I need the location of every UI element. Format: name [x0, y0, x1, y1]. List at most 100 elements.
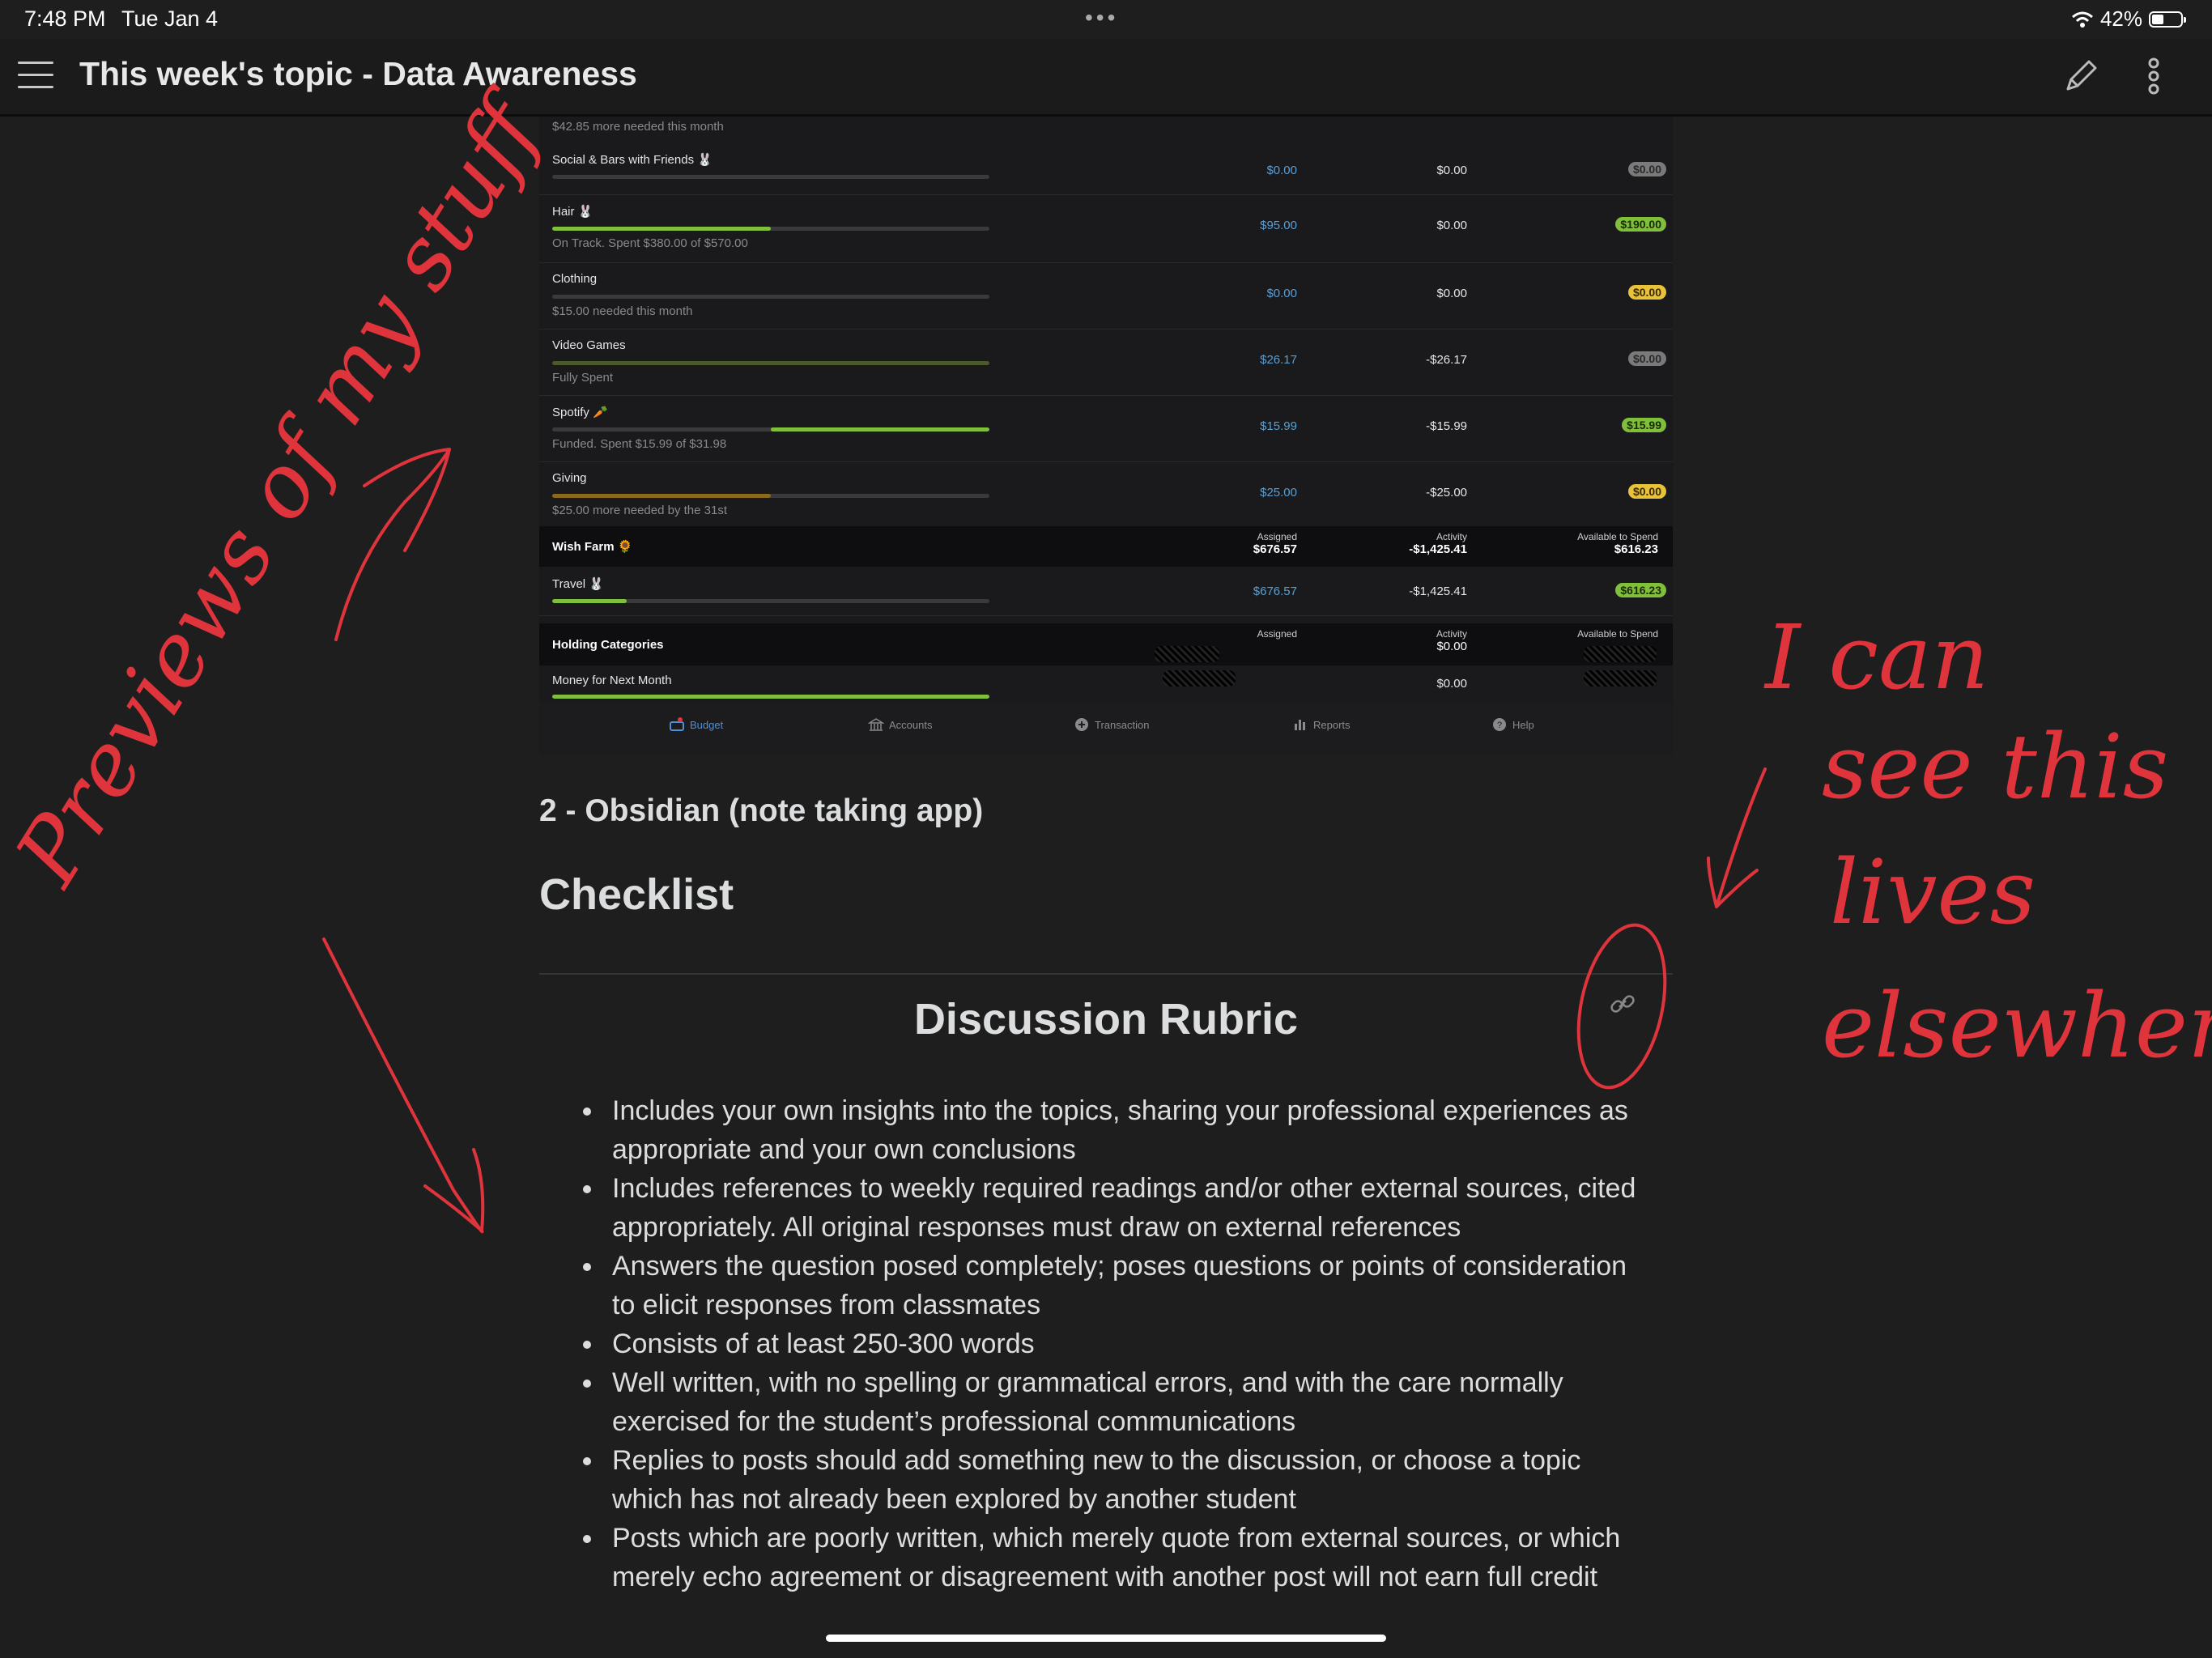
budget-category-row[interactable]: Video Games Fully Spent $26.17 -$26.17 $… [539, 329, 1673, 396]
status-right: 42% [2071, 6, 2186, 32]
holding-available-label: Available to Spend [1577, 628, 1658, 640]
status-date: Tue Jan 4 [121, 6, 219, 31]
bank-icon [868, 718, 884, 731]
annotation-right-text-2: see this [1822, 715, 2168, 818]
rubric-list: Includes your own insights into the topi… [572, 1091, 1657, 1596]
horizontal-divider [539, 973, 1673, 975]
redaction-scribble [1163, 670, 1236, 687]
budget-row-travel: Travel 🐰 $676.57 -$1,425.41 $616.23 [539, 567, 1673, 616]
category-activity: $0.00 [1436, 677, 1467, 691]
category-available-pill: $0.00 [1627, 285, 1666, 300]
more-options-icon[interactable] [2138, 57, 2170, 96]
help-icon: ? [1493, 718, 1506, 731]
category-available-pill: $616.23 [1615, 583, 1666, 597]
category-assigned: $0.00 [1266, 287, 1297, 300]
group-available-label: Available to Spend [1577, 531, 1658, 542]
category-status: $25.00 more needed by the 31st [552, 504, 727, 517]
rubric-item: Answers the question posed completely; p… [572, 1247, 1657, 1324]
category-name: Clothing [552, 272, 598, 286]
holding-assigned-label: Assigned [1257, 628, 1297, 640]
holding-activity-value: $0.00 [1436, 640, 1467, 653]
category-status: Fully Spent [552, 371, 614, 385]
budget-category-row[interactable]: Hair 🐰 On Track. Spent $380.00 of $570.0… [539, 194, 1673, 263]
heading-obsidian: 2 - Obsidian (note taking app) [539, 793, 984, 828]
rubric-item: Replies to posts should add something ne… [572, 1441, 1657, 1519]
group-name: Holding Categories [552, 638, 664, 652]
budget-top-sub: $42.85 more needed this month [552, 120, 724, 134]
annotation-left-text: Previews of my stuff [0, 74, 566, 903]
category-status: $15.00 needed this month [552, 304, 693, 318]
category-name: Travel 🐰 [552, 577, 604, 591]
category-progress-bar [552, 175, 989, 179]
add-circle-icon [1075, 718, 1088, 731]
category-activity: -$26.17 [1426, 353, 1467, 367]
pencil-edit-icon[interactable] [2061, 57, 2100, 96]
group-assigned-label: Assigned [1257, 531, 1297, 542]
category-assigned: $25.00 [1260, 486, 1297, 500]
category-progress-bar [552, 295, 989, 299]
category-activity: -$15.99 [1426, 419, 1467, 433]
category-name: Giving [552, 471, 587, 485]
multitasking-dots-icon[interactable]: ••• [1085, 5, 1118, 31]
holding-assigned: Assigned [1155, 628, 1297, 640]
category-available-pill: $0.00 [1627, 162, 1666, 176]
tab-help[interactable]: ? Help [1491, 717, 1534, 732]
category-name: Social & Bars with Friends 🐰 [552, 153, 713, 167]
hamburger-menu-icon[interactable] [18, 62, 53, 92]
rubric-item: Includes references to weekly required r… [572, 1169, 1657, 1247]
tab-reports[interactable]: Reports [1292, 717, 1351, 732]
budget-icon [670, 717, 684, 731]
budget-category-row[interactable]: Social & Bars with Friends 🐰 $0.00 $0.00… [539, 142, 1673, 195]
category-available-pill: $190.00 [1615, 217, 1666, 232]
rubric-item: Includes your own insights into the topi… [572, 1091, 1657, 1169]
category-progress-fill [552, 227, 771, 231]
redaction-scribble [1584, 646, 1657, 662]
category-progress-fill [552, 494, 771, 498]
arrow-up-right [334, 448, 451, 641]
group-name: Wish Farm 🌻 [552, 540, 633, 554]
status-bar: 7:48 PM Tue Jan 4 ••• 42% [0, 0, 2212, 39]
tab-accounts[interactable]: Accounts [868, 717, 932, 732]
category-progress-fill [552, 361, 989, 365]
annotation-right-text-1: I can [1763, 606, 1989, 709]
group-assigned: Assigned $676.57 [1155, 531, 1297, 556]
category-available-pill: $0.00 [1627, 484, 1666, 499]
category-status: Funded. Spent $15.99 of $31.98 [552, 437, 727, 451]
rubric-item: Consists of at least 250-300 words [572, 1324, 1657, 1363]
redaction-scribble [1584, 670, 1657, 687]
svg-text:?: ? [1497, 721, 1502, 730]
category-assigned: $26.17 [1260, 353, 1297, 367]
category-name: Spotify 🥕 [552, 406, 608, 419]
arrow-down-left [1707, 767, 1767, 908]
group-activity-label: Activity [1436, 531, 1467, 542]
embedded-budget-screenshot: $42.85 more needed this month Social & B… [539, 117, 1673, 755]
category-available-pill: $0.00 [1627, 351, 1666, 366]
annotation-right-text-3: lives [1830, 840, 2035, 944]
tab-transaction[interactable]: Transaction [1074, 717, 1149, 732]
category-status: On Track. Spent $380.00 of $570.00 [552, 236, 748, 250]
group-assigned-value: $676.57 [1253, 542, 1297, 556]
status-time: 7:48 PM [24, 6, 106, 31]
category-progress-bar [552, 361, 989, 365]
rubric-item: Well written, with no spelling or gramma… [572, 1363, 1657, 1441]
budget-category-row[interactable]: Giving $25.00 more needed by the 31st $2… [539, 461, 1673, 527]
bar-chart-icon [1295, 720, 1305, 730]
category-available-pill: $15.99 [1622, 418, 1666, 432]
tab-label: Help [1512, 718, 1534, 731]
category-assigned: $95.00 [1260, 219, 1297, 232]
category-assigned: $0.00 [1266, 164, 1297, 177]
budget-category-row[interactable]: Clothing $15.00 needed this month $0.00 … [539, 262, 1673, 329]
budget-tab-bar: Budget Accounts Transaction Reports ? He… [539, 703, 1673, 755]
category-progress-bar [552, 599, 989, 603]
page-title: This week's topic - Data Awareness [79, 55, 637, 92]
home-indicator[interactable] [826, 1635, 1386, 1642]
category-name: Video Games [552, 338, 626, 352]
budget-category-row[interactable]: Spotify 🥕 Funded. Spent $15.99 of $31.98… [539, 395, 1673, 462]
link-icon[interactable] [1608, 989, 1637, 1018]
category-progress-bar [552, 695, 989, 699]
category-progress-fill [771, 427, 989, 432]
tab-label: Transaction [1095, 718, 1150, 731]
category-name: Hair 🐰 [552, 205, 593, 219]
tab-budget[interactable]: Budget [669, 717, 723, 732]
rubric-item: Posts which are poorly written, which me… [572, 1519, 1657, 1596]
